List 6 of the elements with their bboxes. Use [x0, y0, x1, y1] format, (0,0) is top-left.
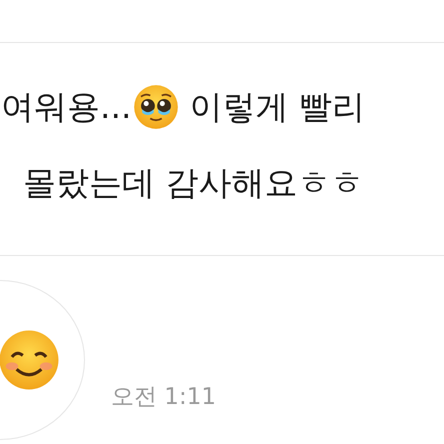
timestamp: 오전 1:11 [111, 383, 216, 412]
message-text: 여워용... [1, 86, 132, 128]
message-text: 몰랐는데 감사해요ㅎㅎ [23, 162, 364, 204]
message-text: 이렇게 빨리 [189, 86, 365, 128]
smiling-face-icon [0, 329, 60, 391]
teary-face-icon [133, 84, 180, 130]
